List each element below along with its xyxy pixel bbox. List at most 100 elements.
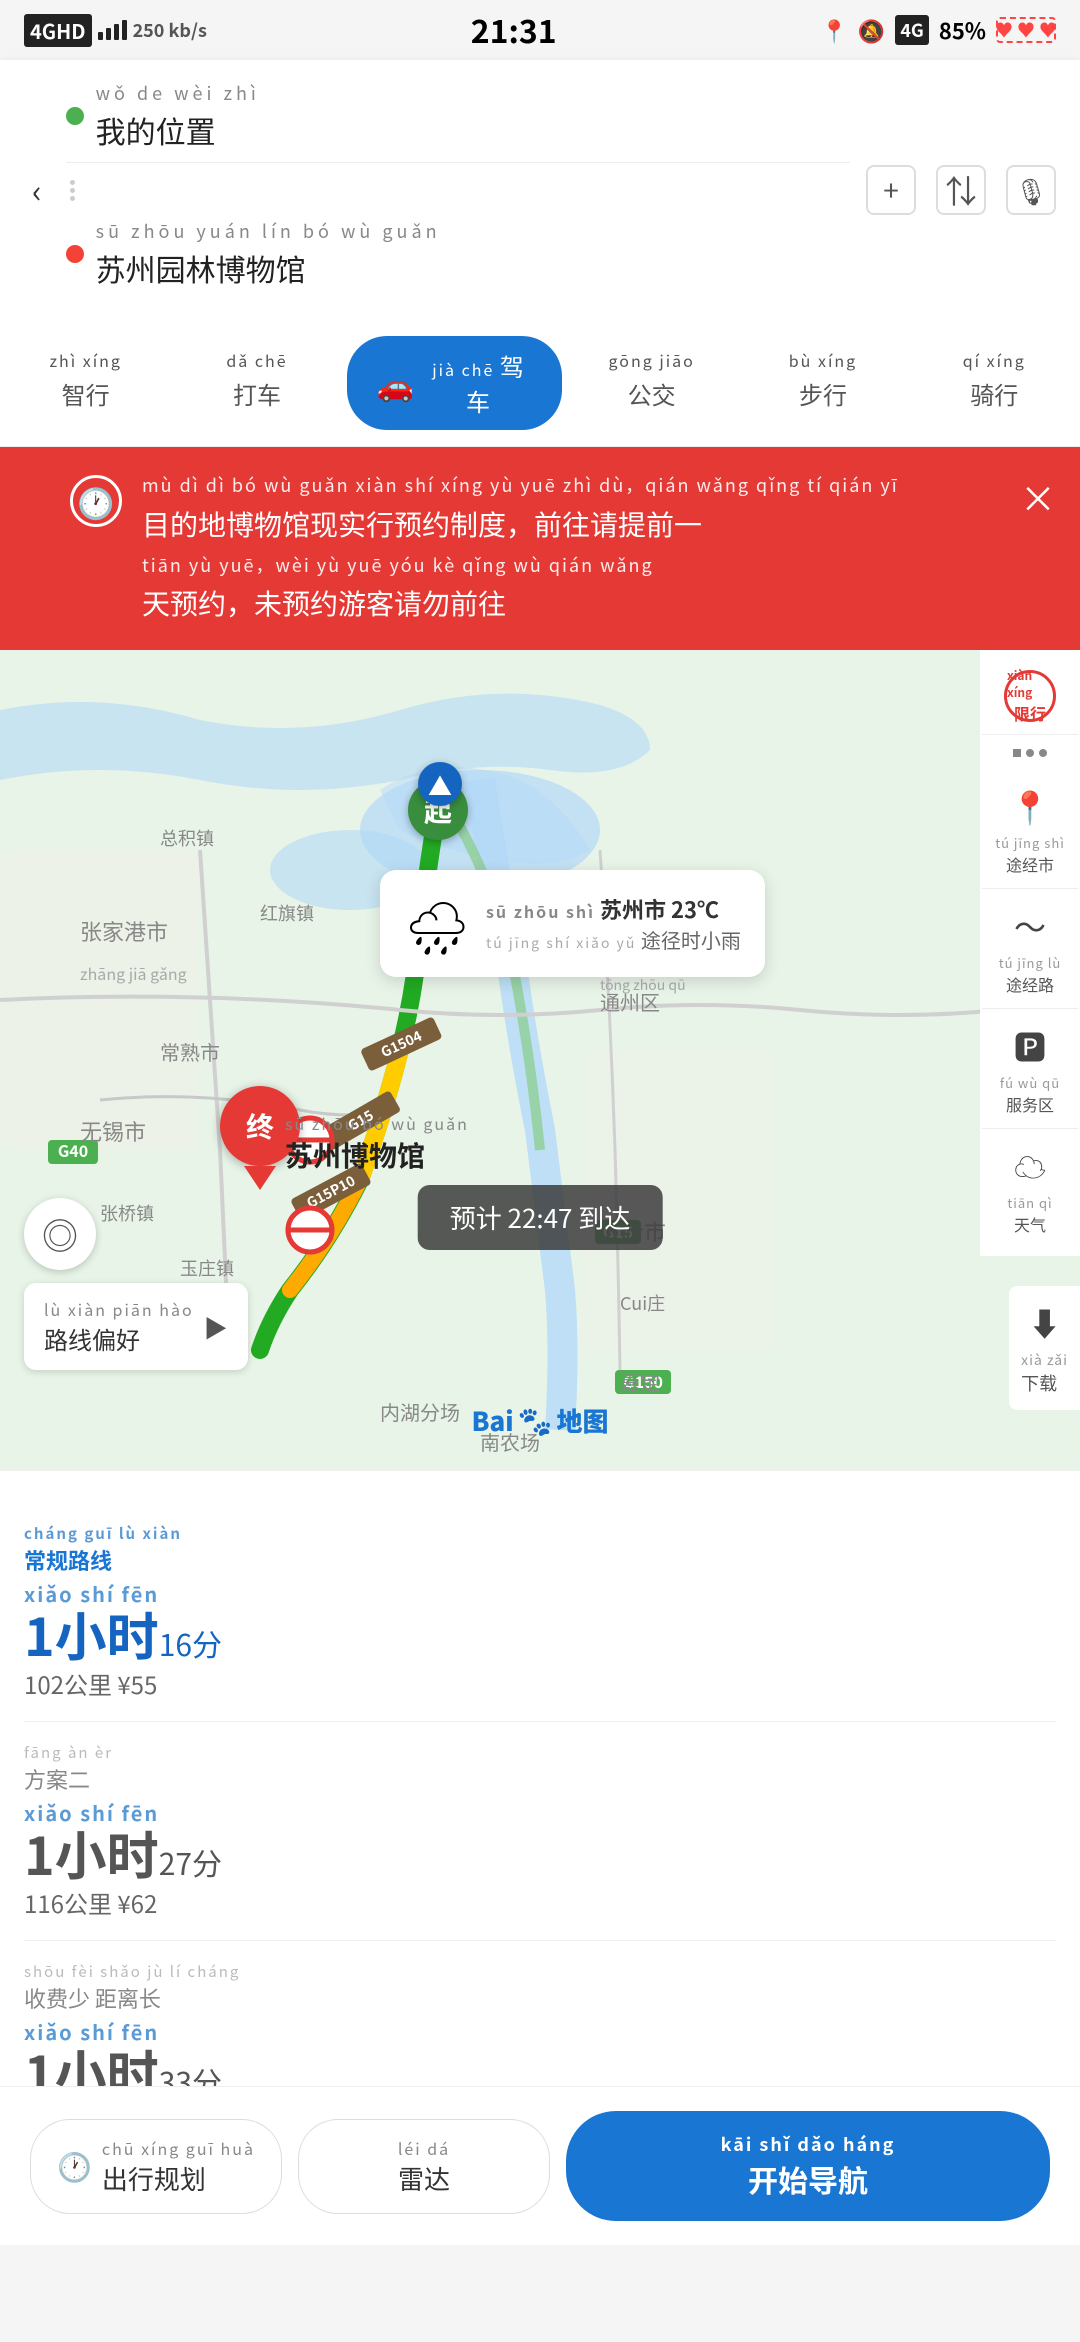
trip-plan-button[interactable]: 🕐 chū xíng guī huà 出行规划	[30, 2119, 282, 2214]
svg-text:Cui庄: Cui庄	[620, 1290, 665, 1316]
plan-label: 出行规划	[102, 2160, 206, 2197]
waypoint-city-pinyin: tú jīng shì	[995, 833, 1065, 852]
waypoint-city-button[interactable]: 📍 tú jīng shì 途经市	[982, 771, 1078, 889]
tab-dache-label: 打车	[233, 376, 281, 411]
alert-line2: 天预约，未预约游客请勿前往	[142, 583, 506, 623]
weather-btn-pinyin: tiān qì	[1007, 1193, 1052, 1212]
my-location-button[interactable]: ◎	[24, 1198, 96, 1270]
back-button[interactable]: ‹	[24, 159, 50, 221]
waypoint-road-pinyin: tú jīng lù	[999, 953, 1062, 972]
dest-dot	[66, 245, 84, 263]
nav-btn-label: 开始导航	[748, 2157, 868, 2201]
route-option-3-tags: shōu fèi shǎo jù lí cháng 收费少 距离长	[24, 1961, 1056, 2014]
tab-dache[interactable]: dǎ chē 打车	[171, 336, 342, 430]
svg-text:内湖分场: 内湖分场	[380, 1397, 460, 1426]
bottom-action-bar: 🕐 chū xíng guī huà 出行规划 léi dá 雷达 kāi sh…	[0, 2086, 1080, 2245]
route-time-1: xiǎo shí fēn 1小时16分	[24, 1584, 1056, 1660]
tab-qixing-pinyin: qí xíng	[963, 348, 1026, 372]
eta-text: 预计 22:47 到达	[450, 1199, 631, 1236]
route-time-2-m: 27分	[159, 1840, 222, 1884]
alert-line1: 目的地博物馆现实行预约制度，前往请提前一	[142, 504, 702, 544]
service-area-pinyin: fú wù qū	[1000, 1073, 1060, 1092]
alert-pinyin2: tiān yù yuē，wèi yù yuē yóu kè qǐng wù qi…	[142, 551, 1020, 580]
route-tag-main-1-text: 常规路线	[24, 1544, 112, 1576]
route-time-2-pinyin: xiǎo shí fēn	[24, 1803, 1056, 1823]
tab-buxing[interactable]: bù xíng 步行	[737, 336, 908, 430]
origin-text: 我的位置	[96, 108, 216, 152]
service-area-label: fú wù qū 服务区	[1000, 1073, 1060, 1116]
dest-pinyin: sū zhōu yuán lín bó wù guǎn	[96, 218, 850, 244]
add-waypoint-button[interactable]: +	[866, 165, 916, 215]
dest-label: 终	[246, 1106, 274, 1146]
route-option-1-tags: cháng guī lù xiàn 常规路线	[24, 1523, 1056, 1576]
route-header: ‹ wǒ de wèi zhì 我的位置 sū zhōu yuán lín bó…	[0, 60, 1080, 320]
tab-jiache-pinyin: jià chē	[432, 357, 494, 381]
route-preference-button[interactable]: lù xiàn piān hào 路线偏好 ▶	[24, 1283, 248, 1370]
route-option-2[interactable]: fāng àn èr 方案二 xiǎo shí fēn 1小时27分 116公里…	[24, 1722, 1056, 1941]
service-area-text: 服务区	[1006, 1092, 1054, 1116]
map-right-panel: xiàn xíng 限行 📍 tú jīng shì 途经市 〜 tú jīng…	[980, 650, 1080, 1256]
alert-banner: 🕐 mù dì dì bó wù guǎn xiàn shí xíng yù y…	[0, 447, 1080, 650]
swap-routes-button[interactable]: ⇅	[936, 165, 986, 215]
more-options[interactable]	[1013, 737, 1047, 769]
route-tag-2-text: 方案二	[24, 1763, 90, 1795]
dest-tail	[244, 1166, 276, 1190]
download-button[interactable]: ⬇ xià zǎi 下载	[1009, 1286, 1080, 1410]
tab-zhixing[interactable]: zhì xíng 智行	[0, 336, 171, 430]
tab-jiache[interactable]: 🚗 jià chē 驾车	[347, 336, 562, 430]
service-area-button[interactable]: 🅿 fú wù qū 服务区	[982, 1011, 1078, 1129]
dest-input[interactable]: sū zhōu yuán lín bó wù guǎn 苏州园林博物馆	[96, 218, 850, 290]
dest-name-text: 苏州博物馆	[285, 1135, 469, 1175]
route-tag-2-pinyin: fāng àn èr	[24, 1742, 113, 1763]
restrict-button[interactable]: xiàn xíng 限行	[982, 658, 1078, 735]
limit-pinyin: xiàn xíng	[1007, 667, 1053, 701]
weather-button[interactable]: ☁ tiān qì 天气	[982, 1131, 1078, 1248]
alert-text: mù dì dì bó wù guǎn xiàn shí xíng yù yuē…	[142, 471, 1020, 626]
route-option-1[interactable]: cháng guī lù xiàn 常规路线 xiǎo shí fēn 1小时1…	[24, 1503, 1056, 1722]
route-pref-text: lù xiàn piān hào 路线偏好	[44, 1297, 194, 1356]
tab-dache-pinyin: dǎ chē	[226, 348, 287, 372]
transport-tabs: zhì xíng 智行 dǎ chē 打车 🚗 jià chē 驾车 gōng …	[0, 320, 1080, 447]
route-option-1-info: cháng guī lù xiàn 常规路线 xiǎo shí fēn 1小时1…	[24, 1523, 1056, 1701]
route-time-3-pinyin: xiǎo shí fēn	[24, 2022, 1056, 2042]
route-option-2-info: fāng àn èr 方案二 xiǎo shí fēn 1小时27分 116公里…	[24, 1742, 1056, 1920]
route-option-2-tags: fāng àn èr 方案二	[24, 1742, 1056, 1795]
alert-close-button[interactable]: ×	[1020, 471, 1056, 523]
clock-icon-bottom: 🕐	[57, 2146, 92, 2186]
waypoint-road-button[interactable]: 〜 tú jīng lù 途经路	[982, 891, 1078, 1009]
clock-symbol: 🕐	[77, 479, 114, 523]
radar-button[interactable]: léi dá 雷达	[298, 2119, 550, 2214]
tab-gongjiao[interactable]: gōng jiāo 公交	[566, 336, 737, 430]
voice-button[interactable]: 🎙	[1006, 165, 1056, 215]
eta-card: 预计 22:47 到达	[418, 1185, 663, 1250]
network-type: 4GHD	[24, 14, 92, 47]
weather-btn-label: tiān qì 天气	[1007, 1193, 1052, 1236]
origin-pinyin: wǒ de wèi zhì	[96, 80, 850, 106]
route-inputs: wǒ de wèi zhì 我的位置 sū zhōu yuán lín bó w…	[66, 80, 850, 300]
dest-row[interactable]: sū zhōu yuán lín bó wù guǎn 苏州园林博物馆	[66, 218, 850, 300]
baidu-text-map: 地图	[557, 1402, 609, 1439]
svg-text:总积镇: 总积镇	[160, 825, 214, 851]
battery-percent: 85%	[939, 14, 986, 46]
weather-city-text: 苏州市 23℃	[600, 893, 719, 925]
origin-row[interactable]: wǒ de wèi zhì 我的位置	[66, 80, 850, 163]
limit-badge: xiàn xíng 限行	[1004, 670, 1056, 722]
origin-input[interactable]: wǒ de wèi zhì 我的位置	[96, 80, 850, 152]
alert-pinyin1: mù dì dì bó wù guǎn xiàn shí xíng yù yuē…	[142, 471, 1020, 500]
nav-arrow: ▲	[418, 762, 462, 806]
baidu-logo: Bai 🐾 地图	[471, 1400, 608, 1440]
weather-city: sū zhōu shì 苏州市 23℃	[486, 893, 741, 925]
weather-desc: tú jīng shí xiǎo yǔ 途径时小雨	[486, 925, 741, 954]
tab-qixing[interactable]: qí xíng 骑行	[909, 336, 1080, 430]
status-right: 📍 🔕 4G 85% ♥ ♥ ♥	[821, 14, 1057, 46]
route-tag-main-1-pinyin: cháng guī lù xiàn	[24, 1523, 182, 1544]
map-container[interactable]: G40 G15 G150 G1504 G15 G15P10 张家港市 zhāng…	[0, 650, 1080, 1470]
start-navigation-button[interactable]: kāi shǐ dǎo háng 开始导航	[566, 2111, 1050, 2221]
route-tag-3-text: 收费少 距离长	[24, 1982, 161, 2014]
location-icon: 📍	[821, 14, 848, 46]
route-time-1-m: 16分	[159, 1621, 222, 1665]
origin-dot	[66, 107, 84, 125]
tab-buxing-label: 步行	[799, 376, 847, 411]
route-tag-main-1: cháng guī lù xiàn 常规路线	[24, 1523, 182, 1576]
tab-gongjiao-label: 公交	[628, 376, 676, 411]
